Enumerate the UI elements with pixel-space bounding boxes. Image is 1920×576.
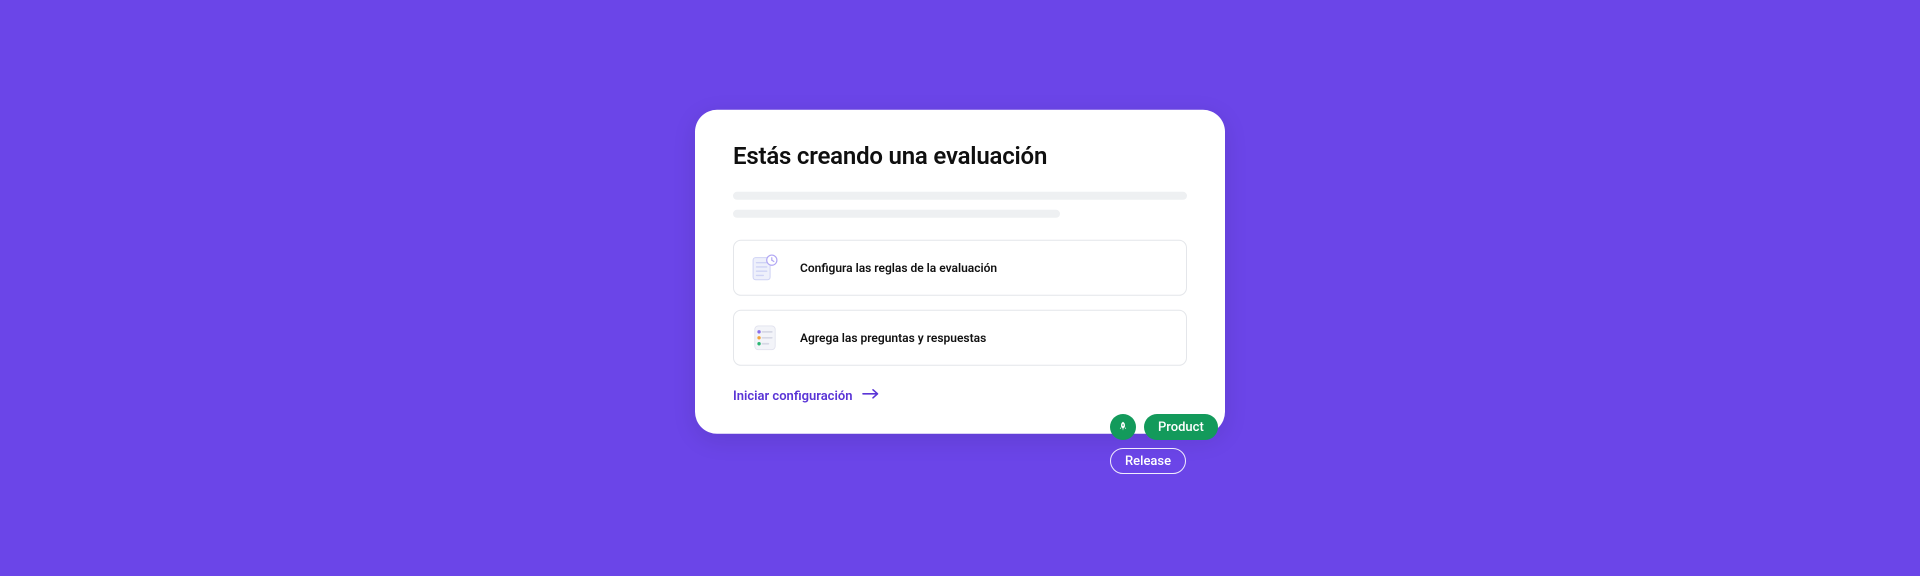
skeleton-line xyxy=(733,192,1187,200)
step-label: Agrega las preguntas y respuestas xyxy=(800,331,986,345)
badge-group: Product Release xyxy=(1110,414,1218,474)
description-placeholder xyxy=(733,192,1187,218)
step-label: Configura las reglas de la evaluación xyxy=(800,261,997,275)
create-evaluation-card: Estás creando una evaluación Configura l… xyxy=(695,110,1225,434)
release-badge[interactable]: Release xyxy=(1110,448,1186,474)
step-add-questions[interactable]: Agrega las preguntas y respuestas xyxy=(733,310,1187,366)
badge-row: Product xyxy=(1110,414,1218,440)
skeleton-line xyxy=(733,210,1060,218)
rules-document-icon xyxy=(748,251,782,285)
rocket-icon xyxy=(1110,414,1136,440)
card-title: Estás creando una evaluación xyxy=(733,142,1187,170)
step-configure-rules[interactable]: Configura las reglas de la evaluación xyxy=(733,240,1187,296)
questions-list-icon xyxy=(748,321,782,355)
product-badge[interactable]: Product xyxy=(1144,414,1218,440)
arrow-right-icon xyxy=(862,388,880,404)
start-link-label: Iniciar configuración xyxy=(733,388,852,403)
start-configuration-link[interactable]: Iniciar configuración xyxy=(733,388,880,404)
